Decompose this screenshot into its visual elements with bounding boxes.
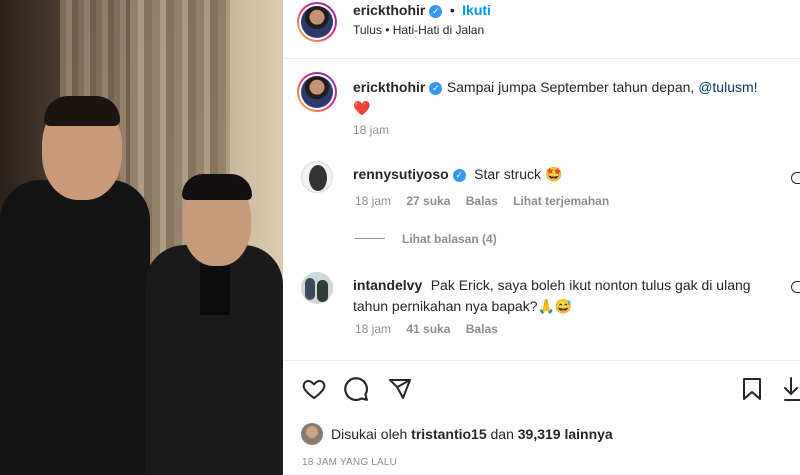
caption-emoji: ❤️ xyxy=(353,100,371,116)
verified-icon: ✓ xyxy=(452,169,466,182)
download-icon[interactable] xyxy=(783,376,800,402)
comment-time: 18 jam xyxy=(355,322,392,336)
comment-text-cont: tahun pernikahan nya bapak?🙏😅 xyxy=(353,298,573,314)
likes-summary: Disukai oleh tristantio15 dan 39,319 lai… xyxy=(331,426,613,442)
comment-like-icon[interactable] xyxy=(791,281,800,293)
likes-count[interactable]: 39,319 lainnya xyxy=(518,426,613,442)
music-info[interactable]: Tulus • Hati-Hati di Jalan xyxy=(353,23,484,37)
header-dot: • xyxy=(449,2,455,18)
share-icon[interactable] xyxy=(387,377,413,401)
comment-body: rennysutiyoso ✓ Star struck 🤩 xyxy=(353,166,562,184)
translate-button[interactable]: Lihat terjemahan xyxy=(513,194,609,208)
post-timestamp[interactable]: 18 JAM YANG LALU xyxy=(302,457,397,468)
likes-prefix: Disukai oleh xyxy=(331,426,412,442)
view-replies-button[interactable]: Lihat balasan (4) xyxy=(402,232,497,246)
author-username[interactable]: erickthohir xyxy=(353,2,425,18)
comment-likes[interactable]: 27 suka xyxy=(406,194,450,208)
likes-middle: dan xyxy=(486,426,518,442)
comment-meta: 18 jam 27 suka Balas Lihat terjemahan xyxy=(355,194,621,208)
author-avatar[interactable] xyxy=(297,2,337,42)
comment-text: Pak Erick, saya boleh ikut nonton tulus … xyxy=(430,277,751,293)
comment-like-icon[interactable] xyxy=(791,172,800,184)
comment-meta: 18 jam 41 suka Balas xyxy=(355,322,510,336)
post-header: erickthohir ✓ • Ikuti xyxy=(353,2,491,20)
replies-line xyxy=(355,238,385,239)
post-photo[interactable] xyxy=(0,0,283,475)
reply-button[interactable]: Balas xyxy=(466,322,498,336)
caption-text: Sampai jumpa September tahun depan, xyxy=(446,79,699,95)
follow-button[interactable]: Ikuti xyxy=(462,2,491,18)
header-divider xyxy=(283,58,800,59)
comment-username[interactable]: intandelvy xyxy=(353,277,422,293)
heart-icon[interactable] xyxy=(301,377,327,401)
caption-time: 18 jam xyxy=(353,123,390,137)
post-side-panel: erickthohir ✓ • Ikuti Tulus • Hati-Hati d… xyxy=(283,0,800,475)
photo-person-left-body xyxy=(0,180,150,475)
comment-likes[interactable]: 41 suka xyxy=(406,322,450,336)
caption-username[interactable]: erickthohir xyxy=(353,79,425,95)
caption-mention[interactable]: @tulusm! xyxy=(698,79,757,95)
photo-person-left-hair xyxy=(44,96,120,126)
comment-avatar[interactable] xyxy=(301,272,333,304)
comment-username[interactable]: rennysutiyoso xyxy=(353,166,449,182)
caption-avatar[interactable] xyxy=(297,72,337,112)
comment-time: 18 jam xyxy=(355,194,392,208)
caption-body: erickthohir ✓ Sampai jumpa September tahu… xyxy=(353,77,783,119)
bookmark-icon[interactable] xyxy=(741,377,763,401)
comment-avatar[interactable] xyxy=(301,161,333,193)
comment-icon[interactable] xyxy=(343,376,369,402)
actions-divider xyxy=(283,360,800,361)
verified-icon: ✓ xyxy=(429,82,443,95)
verified-icon: ✓ xyxy=(429,5,443,18)
reply-button[interactable]: Balas xyxy=(466,194,498,208)
likes-user[interactable]: tristantio15 xyxy=(411,426,486,442)
comment-text: Star struck 🤩 xyxy=(474,166,563,182)
photo-person-right-hair xyxy=(182,174,252,200)
liker-avatar[interactable] xyxy=(301,423,323,445)
comment-body: intandelvy Pak Erick, saya boleh ikut no… xyxy=(353,275,793,317)
